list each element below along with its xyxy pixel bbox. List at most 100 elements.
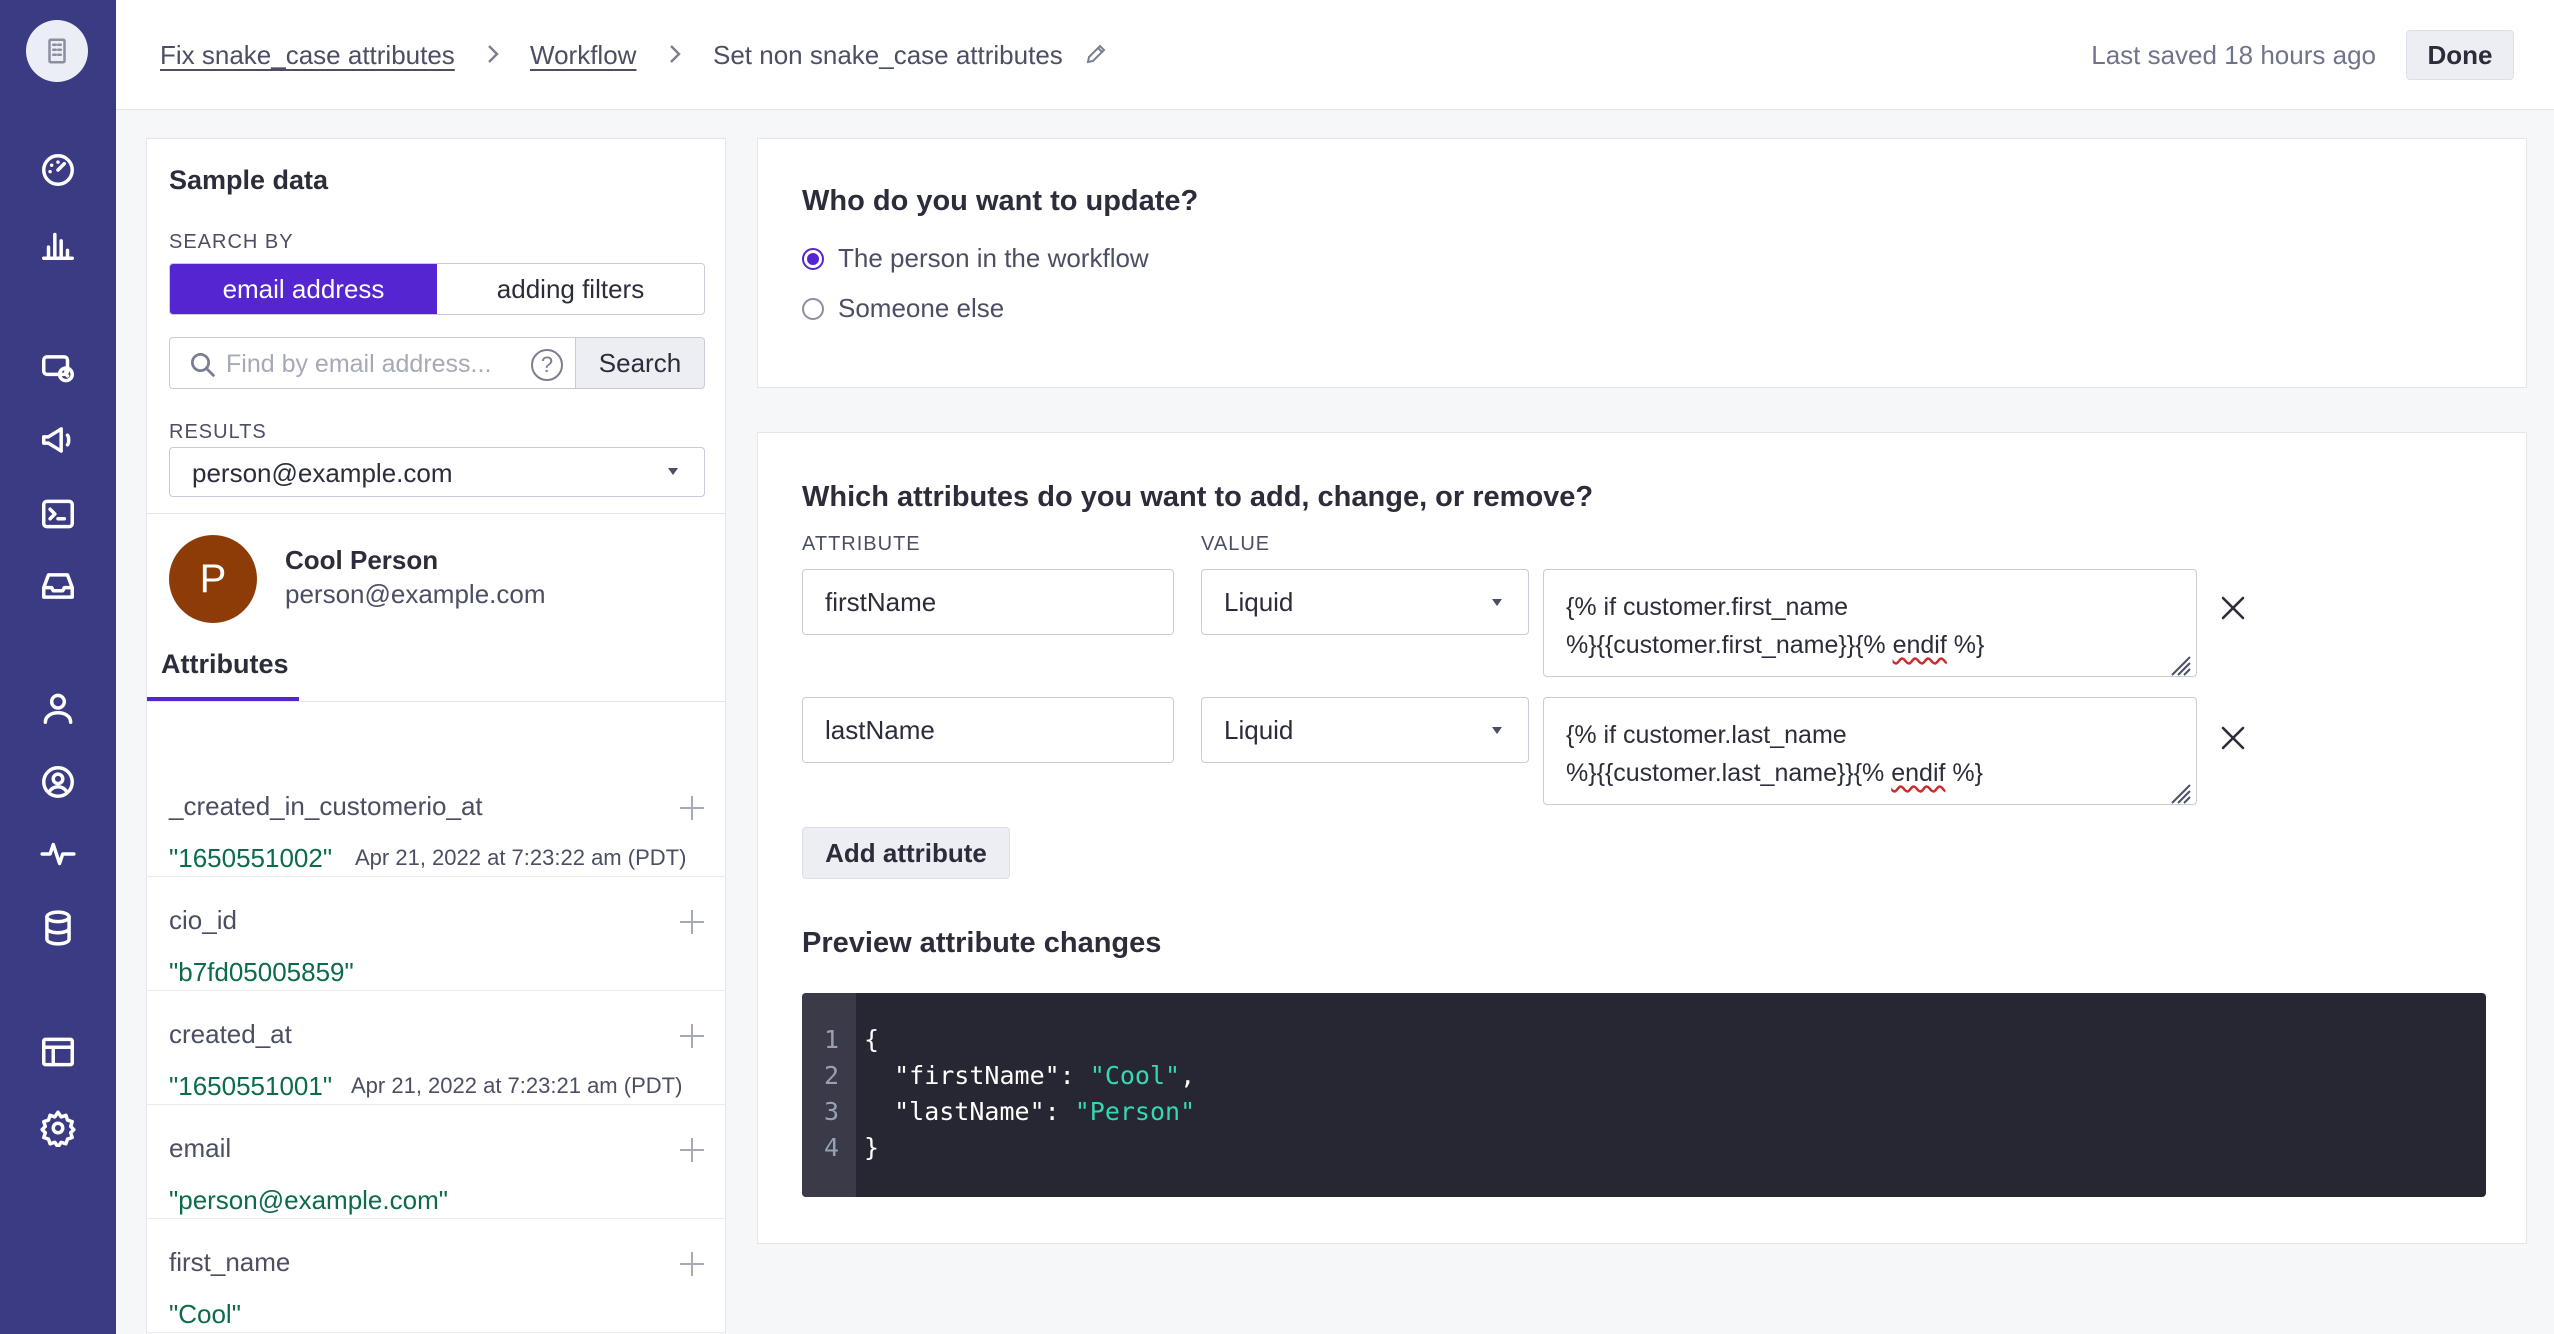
attribute-value: "1650551002" <box>169 843 333 873</box>
attribute-name-input[interactable]: lastName <box>802 697 1174 763</box>
attribute-date: Apr 21, 2022 at 7:23:22 am (PDT) <box>355 845 687 870</box>
resize-handle-icon[interactable] <box>2170 778 2192 804</box>
list-item: email "person@example.com" <box>147 1105 725 1219</box>
dashboard-icon[interactable] <box>38 150 78 190</box>
campaigns-icon[interactable] <box>38 348 78 388</box>
activity-icon[interactable] <box>38 834 78 874</box>
value-line: %}{{customer.last_name}}{% endif %} <box>1566 754 2174 792</box>
value-text: %}{{customer.last_name}}{% <box>1566 759 1892 787</box>
radio-button-checked[interactable] <box>802 247 824 270</box>
attribute-name: _created_in_customerio_at <box>169 791 483 821</box>
transactional-icon[interactable] <box>38 494 78 534</box>
attributes-card: Which attributes do you want to add, cha… <box>757 432 2527 1244</box>
attribute-name-input[interactable]: firstName <box>802 569 1174 635</box>
code-line: } <box>864 1133 880 1162</box>
breadcrumb-campaign-link[interactable]: Fix snake_case attributes <box>160 38 455 72</box>
value-type-select[interactable]: Liquid <box>1201 569 1529 635</box>
caret-down-icon <box>1492 727 1502 734</box>
json-punct: , <box>1180 1061 1196 1090</box>
column-header-value: VALUE <box>1201 533 1271 555</box>
settings-icon[interactable] <box>38 1108 78 1148</box>
list-item: cio_id "b7fd05005859" <box>147 877 725 991</box>
who-to-update-card: Who do you want to update? The person in… <box>757 138 2527 388</box>
value-type-select[interactable]: Liquid <box>1201 697 1529 763</box>
caret-down-icon <box>668 468 678 475</box>
attribute-name: cio_id <box>169 905 237 935</box>
segments-icon[interactable] <box>38 762 78 802</box>
divider <box>147 513 725 514</box>
attribute-list: _created_in_customerio_at "1650551002" A… <box>147 763 725 1333</box>
value-text-misspelled: endif <box>1891 759 1946 787</box>
person-name: Cool Person <box>285 545 439 575</box>
resize-handle-icon[interactable] <box>2170 650 2192 676</box>
search-by-label: SEARCH BY <box>169 231 294 253</box>
line-number: 4 <box>824 1133 840 1162</box>
radio-label: The person in the workflow <box>838 243 1149 273</box>
search-input[interactable] <box>226 348 516 380</box>
attribute-name: created_at <box>169 1019 292 1049</box>
value-text: %} <box>1946 631 1985 659</box>
line-number: 2 <box>824 1061 840 1090</box>
attribute-value: "b7fd05005859" <box>169 957 354 987</box>
nav-rail <box>0 0 116 1334</box>
column-header-attribute: ATTRIBUTE <box>802 533 921 555</box>
building-icon[interactable] <box>26 20 88 82</box>
close-icon[interactable] <box>2218 593 2252 627</box>
close-icon[interactable] <box>2218 723 2252 757</box>
broadcasts-icon[interactable] <box>38 420 78 460</box>
plus-icon[interactable] <box>677 1249 707 1279</box>
radio-label: Someone else <box>838 293 1005 323</box>
list-item: created_at "1650551001" Apr 21, 2022 at … <box>147 991 725 1105</box>
chevron-right-icon <box>668 40 682 70</box>
search-mode-toggle: email address adding filters <box>169 263 705 315</box>
attribute-value: "person@example.com" <box>169 1185 448 1215</box>
code-line: "firstName": "Cool", <box>864 1061 1195 1090</box>
results-value: person@example.com <box>192 458 453 488</box>
data-icon[interactable] <box>38 908 78 948</box>
plus-icon[interactable] <box>677 1135 707 1165</box>
results-select[interactable]: person@example.com <box>169 447 705 497</box>
value-textarea[interactable]: {% if customer.first_name %}{{customer.f… <box>1543 569 2197 677</box>
search-icon <box>188 350 218 380</box>
people-icon[interactable] <box>38 688 78 728</box>
value-line: %}{{customer.first_name}}{% endif %} <box>1566 626 2174 664</box>
analytics-icon[interactable] <box>38 224 78 264</box>
value-textarea[interactable]: {% if customer.last_name %}{{customer.la… <box>1543 697 2197 805</box>
json-string: "Person" <box>1074 1097 1196 1126</box>
attribute-value: "Cool" <box>169 1299 241 1329</box>
plus-icon[interactable] <box>677 793 707 823</box>
radio-person-in-workflow[interactable]: The person in the workflow <box>802 243 1149 274</box>
inbox-icon[interactable] <box>38 566 78 606</box>
preview-code-block: 1 2 3 4 { "firstName": "Cool", "lastName… <box>802 993 2486 1197</box>
code-line: { <box>864 1025 880 1054</box>
adding-filters-toggle[interactable]: adding filters <box>437 264 704 314</box>
radio-someone-else[interactable]: Someone else <box>802 293 1004 324</box>
plus-icon[interactable] <box>677 907 707 937</box>
objects-icon[interactable] <box>38 1032 78 1072</box>
value-text: %} <box>1945 759 1983 787</box>
top-bar: Fix snake_case attributes Workflow Set n… <box>116 0 2554 110</box>
plus-icon[interactable] <box>677 1021 707 1051</box>
value-text: %}{{customer.first_name}}{% <box>1566 631 1893 659</box>
breadcrumb-workflow-link[interactable]: Workflow <box>530 38 636 72</box>
line-number: 1 <box>824 1025 840 1054</box>
email-address-toggle[interactable]: email address <box>170 264 437 314</box>
chevron-right-icon <box>486 40 500 70</box>
value-text-misspelled: endif <box>1892 631 1947 659</box>
add-attribute-button[interactable]: Add attribute <box>802 827 1010 879</box>
value-type-label: Liquid <box>1224 586 1294 617</box>
search-button[interactable]: Search <box>575 337 705 389</box>
code-line: "lastName": "Person" <box>864 1097 1195 1126</box>
list-item: _created_in_customerio_at "1650551002" A… <box>147 763 725 877</box>
done-button[interactable]: Done <box>2406 30 2514 80</box>
pencil-icon[interactable] <box>1084 42 1110 68</box>
page-title: Set non snake_case attributes <box>713 40 1063 70</box>
help-icon[interactable]: ? <box>531 349 563 381</box>
value-line: {% if customer.first_name <box>1566 593 1849 621</box>
search-field-wrapper: ? <box>169 337 577 389</box>
json-key: "lastName": <box>864 1097 1075 1126</box>
tab-attributes[interactable]: Attributes <box>161 649 289 694</box>
radio-button[interactable] <box>802 297 824 320</box>
divider <box>147 701 725 702</box>
who-to-update-title: Who do you want to update? <box>802 185 1199 217</box>
